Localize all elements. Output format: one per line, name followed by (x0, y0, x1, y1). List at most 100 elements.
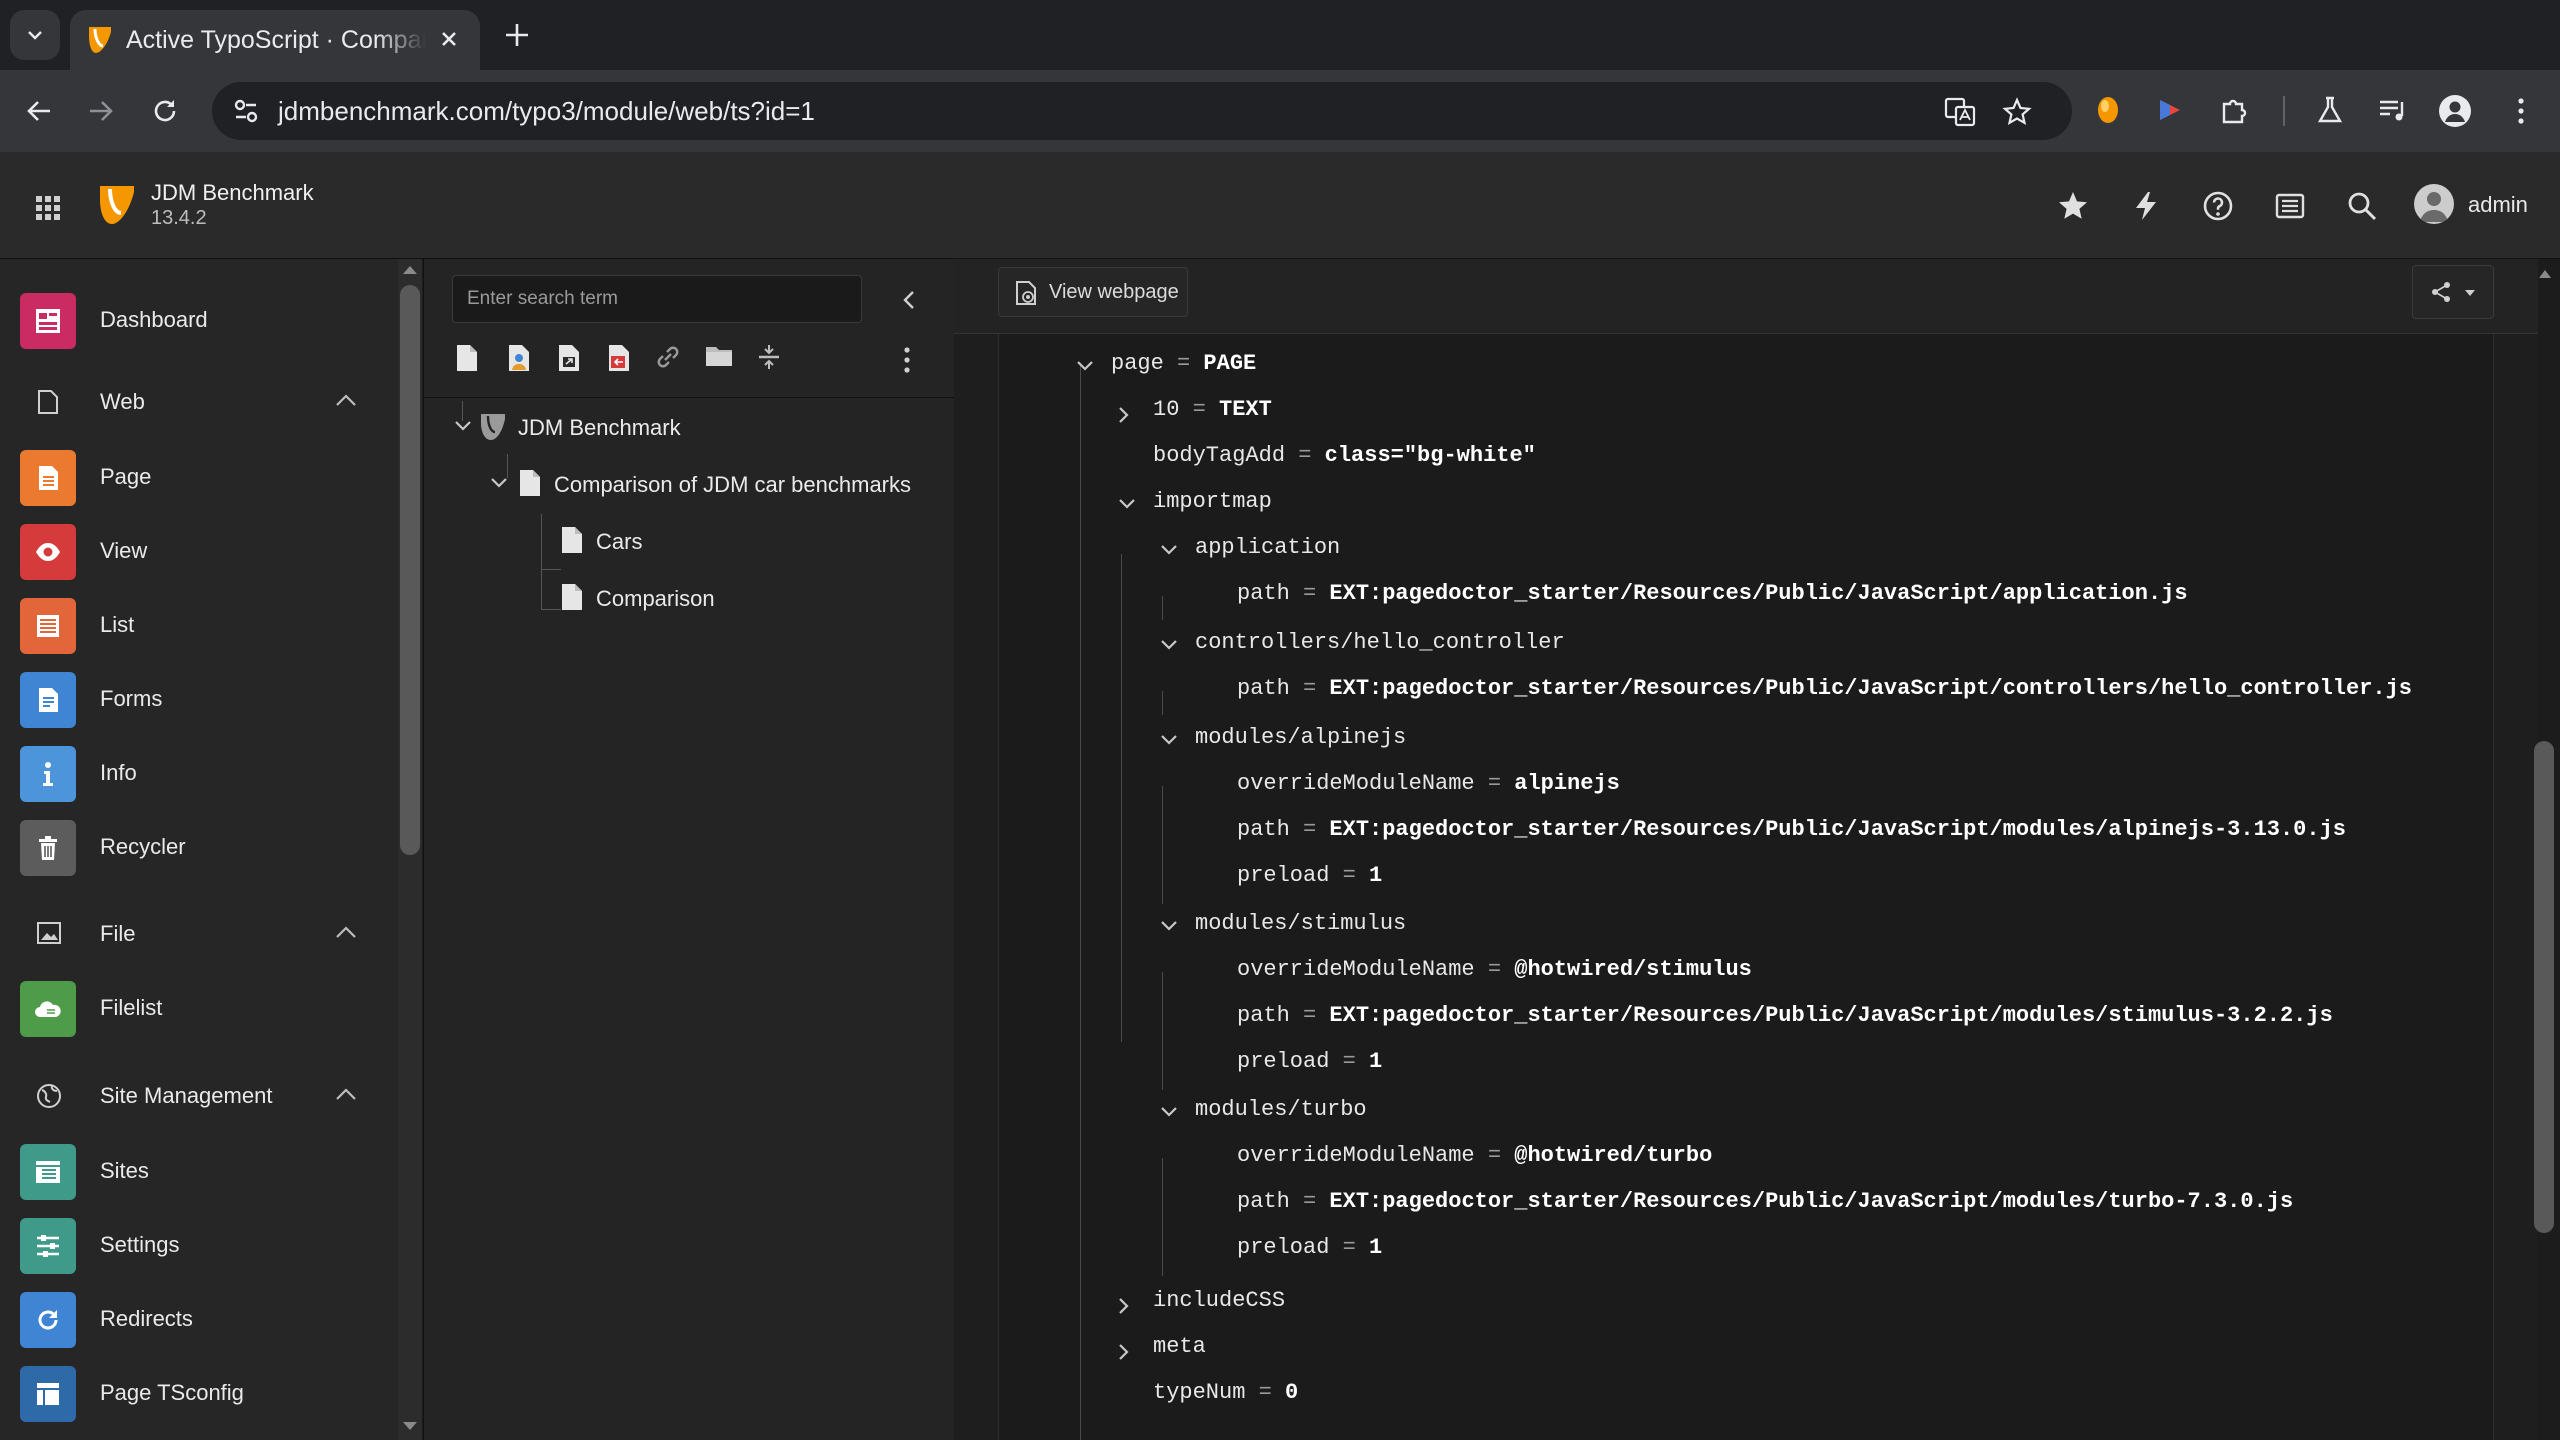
extension-flag-icon[interactable] (2154, 94, 2186, 126)
module-group-file[interactable]: File (0, 899, 400, 969)
module-dashboard[interactable]: Dashboard (0, 285, 400, 355)
chevron-down-icon[interactable] (490, 476, 508, 490)
module-menu-scroll-thumb[interactable] (400, 285, 420, 855)
module-page-tsconfig[interactable]: Page TSconfig (0, 1358, 400, 1428)
ts-node-meta[interactable]: meta (1119, 1334, 1206, 1374)
ts-node-path[interactable]: path = EXT:pagedoctor_starter/Resources/… (1237, 581, 2188, 621)
scroll-up-arrow-icon[interactable] (2538, 269, 2552, 279)
ts-node-includecss[interactable]: includeCSS (1119, 1288, 1285, 1328)
ts-node-bodytagadd[interactable]: bodyTagAdd = class="bg-white" (1153, 443, 1536, 483)
tree-node-page[interactable]: Comparison of JDM car benchmarks (490, 464, 950, 504)
shortcut-page-icon[interactable] (556, 343, 582, 373)
tree-node-page[interactable]: Comparison (560, 578, 860, 618)
bookmark-star-icon[interactable] (2002, 97, 2032, 127)
forward-icon[interactable] (84, 94, 118, 128)
ts-node-importmap[interactable]: importmap (1119, 489, 1272, 529)
share-dropdown-button[interactable] (2412, 265, 2494, 319)
new-tab-icon[interactable] (500, 18, 534, 52)
ts-node-application[interactable]: application (1161, 535, 1340, 575)
ts-node-path[interactable]: path = EXT:pagedoctor_starter/Resources/… (1237, 817, 2346, 857)
help-icon[interactable] (2202, 190, 2234, 222)
tree-search-input[interactable] (452, 275, 862, 323)
reload-icon[interactable] (148, 94, 182, 128)
tree-node-page[interactable]: Cars (560, 521, 860, 561)
module-sites[interactable]: Sites (0, 1136, 400, 1206)
tree-node-root[interactable]: JDM Benchmark (454, 407, 934, 447)
app-launcher-icon[interactable] (34, 194, 62, 222)
spacer-icon[interactable] (756, 343, 782, 371)
link-icon[interactable] (654, 343, 682, 371)
module-info[interactable]: Info (0, 738, 400, 808)
ts-node-turbo[interactable]: modules/turbo (1161, 1097, 1367, 1137)
browser-menu-icon[interactable] (2506, 94, 2536, 128)
external-link-page-icon[interactable] (606, 343, 632, 373)
ts-node-alpinejs[interactable]: modules/alpinejs (1161, 725, 1406, 765)
tree-divider (424, 397, 954, 398)
module-list[interactable]: List (0, 590, 400, 660)
chevron-right-icon[interactable] (1117, 1296, 1131, 1316)
ts-node-page[interactable]: page = PAGE (1077, 351, 1256, 391)
extensions-puzzle-icon[interactable] (2218, 94, 2250, 126)
typo3-logo-icon[interactable] (98, 182, 138, 228)
module-redirects[interactable]: Redirects (0, 1284, 400, 1354)
ts-node-10[interactable]: 10 = TEXT (1119, 397, 1272, 437)
ts-node-overridemodulename[interactable]: overrideModuleName = @hotwired/stimulus (1237, 957, 1752, 997)
ts-node-overridemodulename[interactable]: overrideModuleName = @hotwired/turbo (1237, 1143, 1712, 1183)
module-recycler[interactable]: Recycler (0, 812, 400, 882)
new-page-icon[interactable] (454, 343, 480, 373)
scroll-down-arrow-icon[interactable] (402, 1421, 418, 1431)
chevron-down-icon[interactable] (1159, 543, 1179, 557)
ts-node-preload[interactable]: preload = 1 (1237, 1235, 1382, 1275)
browser-tab-active[interactable]: Active TypoScript · Comparison of JDM ca… (70, 10, 480, 70)
module-forms[interactable]: Forms (0, 664, 400, 734)
translate-icon[interactable] (1944, 97, 1976, 127)
module-filelist[interactable]: Filelist (0, 973, 400, 1043)
module-view[interactable]: View (0, 516, 400, 586)
back-icon[interactable] (22, 94, 56, 128)
folder-icon[interactable] (704, 343, 734, 369)
ts-node-preload[interactable]: preload = 1 (1237, 863, 1382, 903)
extension-orange-icon[interactable] (2092, 94, 2124, 126)
bookmarks-star-icon[interactable] (2057, 190, 2089, 222)
tab-search-button[interactable] (10, 10, 60, 60)
ts-node-typenum[interactable]: typeNum = 0 (1153, 1380, 1298, 1420)
collapse-tree-chevron-left-icon[interactable] (901, 289, 917, 311)
system-information-icon[interactable] (2274, 190, 2306, 222)
ts-node-overridemodulename[interactable]: overrideModuleName = alpinejs (1237, 771, 1620, 811)
chevron-down-icon[interactable] (1075, 359, 1095, 373)
module-group-site-management[interactable]: Site Management (0, 1061, 400, 1131)
clear-cache-flash-icon[interactable] (2132, 190, 2160, 222)
ts-node-hello-controller[interactable]: controllers/hello_controller (1161, 630, 1565, 670)
labs-flask-icon[interactable] (2314, 94, 2346, 126)
user-menu[interactable]: admin (2414, 182, 2538, 228)
chevron-down-icon[interactable] (1159, 638, 1179, 652)
chevron-right-icon[interactable] (1117, 1342, 1131, 1362)
chevron-right-icon[interactable] (1117, 405, 1131, 425)
scroll-up-arrow-icon[interactable] (402, 265, 418, 275)
chevron-down-icon[interactable] (1159, 1105, 1179, 1119)
ts-node-stimulus[interactable]: modules/stimulus (1161, 911, 1406, 951)
chevron-down-icon[interactable] (1159, 733, 1179, 747)
module-page[interactable]: Page (0, 442, 400, 512)
media-controls-icon[interactable] (2376, 94, 2408, 126)
dashboard-icon (20, 293, 76, 349)
chevron-down-icon[interactable] (1117, 497, 1137, 511)
chevron-down-icon[interactable] (454, 419, 472, 433)
close-icon[interactable] (434, 24, 464, 54)
search-icon[interactable] (2346, 190, 2378, 222)
chevron-down-icon[interactable] (1159, 919, 1179, 933)
ts-node-path[interactable]: path = EXT:pagedoctor_starter/Resources/… (1237, 1003, 2333, 1043)
view-webpage-label: View webpage (1049, 281, 1179, 303)
site-info-icon[interactable] (232, 97, 260, 125)
ts-node-path[interactable]: path = EXT:pagedoctor_starter/Resources/… (1237, 1189, 2293, 1229)
tree-more-options-icon[interactable] (902, 345, 912, 375)
view-webpage-button[interactable]: View webpage (998, 267, 1188, 317)
ts-node-preload[interactable]: preload = 1 (1237, 1049, 1382, 1089)
backend-user-page-icon[interactable] (506, 343, 532, 373)
module-settings[interactable]: Settings (0, 1210, 400, 1280)
content-scroll-thumb[interactable] (2534, 741, 2554, 1233)
ts-node-path[interactable]: path = EXT:pagedoctor_starter/Resources/… (1237, 676, 2412, 716)
module-group-web[interactable]: Web (0, 367, 400, 437)
address-bar[interactable]: jdmbenchmark.com/typo3/module/web/ts?id=… (212, 82, 2072, 140)
profile-icon[interactable] (2438, 94, 2472, 128)
